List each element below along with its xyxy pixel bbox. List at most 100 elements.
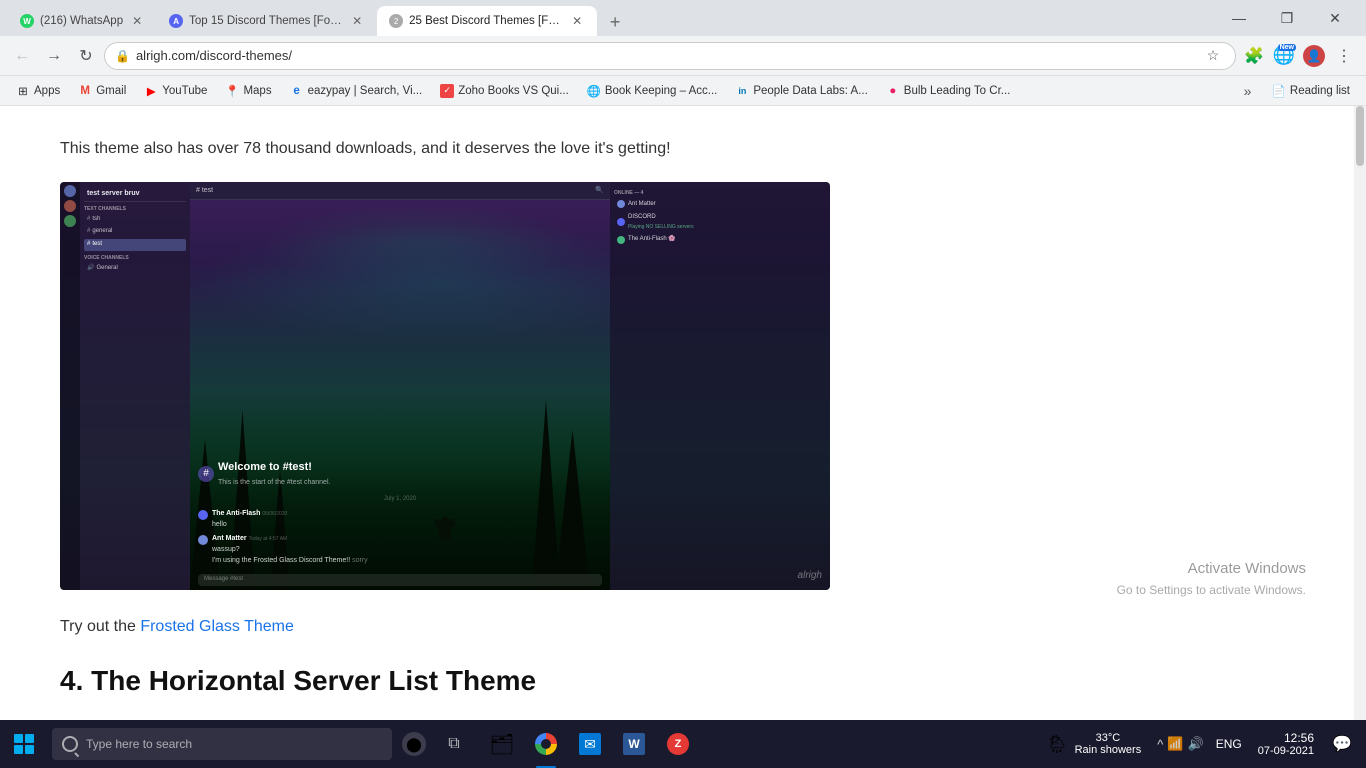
zoho-favicon: ✓ [440, 84, 454, 98]
clock-area[interactable]: 12:56 07-09-2021 [1250, 720, 1322, 768]
search-icon [62, 736, 78, 752]
back-button[interactable]: ← [8, 42, 36, 70]
word-icon: W [623, 733, 645, 755]
minimize-button[interactable]: — [1216, 2, 1262, 34]
frosted-glass-link[interactable]: Frosted Glass Theme [140, 618, 294, 635]
text-channels-label: TEXT CHANNELS [84, 205, 186, 213]
weather-area[interactable]: 🌦 33°C Rain showers [1038, 720, 1150, 768]
close-button[interactable]: ✕ [1312, 2, 1358, 34]
tab-25best[interactable]: 2 25 Best Discord Themes [For Bet ✕ [377, 6, 597, 36]
tray-volume-icon[interactable]: 🔊 [1188, 736, 1204, 752]
bookmark-bookkeeping[interactable]: 🌐 Book Keeping – Acc... [579, 81, 726, 101]
new-tab-button[interactable]: + [601, 8, 629, 36]
tray-network-icon[interactable]: 📶 [1167, 736, 1183, 752]
taskbar: Type here to search ⬤ ⧉ 🗂 ✉ [0, 720, 1366, 768]
discord-messages: # Welcome to #test! This is the start of… [190, 200, 610, 590]
bookmark-zoho[interactable]: ✓ Zoho Books VS Qui... [432, 81, 577, 101]
bookmark-eazypay[interactable]: e eazypay | Search, Vi... [282, 81, 431, 101]
reload-button[interactable]: ↻ [72, 42, 100, 70]
tab-close-25best[interactable]: ✕ [569, 13, 585, 29]
article-text: This theme also has over 78 thousand dow… [60, 136, 920, 162]
taskbar-mail[interactable]: ✉ [568, 720, 612, 768]
tab-favicon-top15: A [169, 14, 183, 28]
eazypay-favicon: e [290, 84, 304, 98]
menu-button[interactable]: ⋮ [1330, 42, 1358, 70]
alrigh-watermark: alrigh [798, 568, 822, 584]
channel-name-tsh: tsh [92, 215, 100, 225]
username-antimatter: Ant Matter [628, 200, 656, 210]
server-icon-3 [64, 215, 76, 227]
address-bar[interactable]: 🔒 alrigh.com/discord-themes/ ☆ [104, 42, 1236, 70]
taskbar-extra-app[interactable]: Z [656, 720, 700, 768]
new-badge: New [1278, 44, 1296, 51]
taskbar-right: 🌦 33°C Rain showers ^ 📶 🔊 ENG 12:56 07-0… [1038, 720, 1366, 768]
taskbar-word[interactable]: W [612, 720, 656, 768]
welcome-sub: This is the start of the #test channel. [218, 477, 330, 488]
msg-text-1: wassup? [212, 544, 368, 555]
bookmark-bulb-label: Bulb Leading To Cr... [904, 85, 1011, 97]
channel-test: # test [84, 239, 186, 251]
discord-server-bar [60, 182, 80, 590]
new-badge-button[interactable]: 🌐 New [1270, 42, 1298, 70]
bookmark-maps-label: Maps [243, 85, 271, 97]
start-button[interactable] [0, 720, 48, 768]
star-icon[interactable]: ☆ [1201, 44, 1225, 68]
tab-favicon-25best: 2 [389, 14, 403, 28]
tab-top15[interactable]: A Top 15 Discord Themes [For Bett ✕ [157, 6, 377, 36]
language-indicator[interactable]: ENG [1212, 720, 1246, 768]
bookmark-bookkeeping-label: Book Keeping – Acc... [605, 85, 718, 97]
address-actions: ☆ [1201, 44, 1225, 68]
bookmark-maps[interactable]: 📍 Maps [217, 81, 279, 101]
notification-button[interactable]: 💬 [1326, 720, 1358, 768]
apps-favicon: ⊞ [16, 84, 30, 98]
cortana-button[interactable]: ⬤ [396, 726, 432, 762]
reading-list-button[interactable]: 📄 Reading list [1264, 81, 1358, 101]
bookmark-gmail-label: Gmail [96, 85, 126, 97]
tab-whatsapp[interactable]: W (216) WhatsApp ✕ [8, 6, 157, 36]
bookmark-peopledata[interactable]: in People Data Labs: A... [727, 81, 875, 101]
tab-close-top15[interactable]: ✕ [349, 13, 365, 29]
scrollbar-track[interactable] [1354, 106, 1366, 720]
bookmark-youtube[interactable]: ▶ YouTube [136, 81, 215, 101]
bookmark-apps[interactable]: ⊞ Apps [8, 81, 68, 101]
taskbar-apps: 🗂 ✉ W Z [480, 720, 700, 768]
profile-button[interactable]: 👤 [1300, 42, 1328, 70]
bookmarks-chevron[interactable]: » [1238, 81, 1258, 101]
start-sq-3 [14, 745, 23, 754]
bookmarks-bar: ⊞ Apps M Gmail ▶ YouTube 📍 Maps e eazypa… [0, 76, 1366, 106]
welcome-content: Welcome to #test! This is the start of t… [218, 459, 330, 488]
scrollbar-thumb[interactable] [1356, 106, 1364, 166]
bookmark-gmail[interactable]: M Gmail [70, 81, 134, 101]
user-antimatter: Ant Matter [614, 198, 826, 212]
file-explorer-icon: 🗂 [489, 732, 514, 757]
header-search: 🔍 [595, 185, 604, 196]
forward-button[interactable]: → [40, 42, 68, 70]
taskbar-file-explorer[interactable]: 🗂 [480, 720, 524, 768]
language-text: ENG [1216, 737, 1242, 751]
msg-timestamp-1: 05/06/2020 [262, 511, 287, 517]
tab-close-whatsapp[interactable]: ✕ [129, 13, 145, 29]
weather-icon: 🌦 [1046, 734, 1069, 755]
discord-welcome: # Welcome to #test! This is the start of… [198, 459, 602, 488]
user-antiflash: The Anti-Flash 🌸 [614, 233, 826, 247]
online-label: ONLINE — 4 [614, 189, 826, 197]
reading-list-icon: 📄 [1272, 84, 1286, 98]
msg-timestamp-2: Today at 4:57 AM [249, 536, 288, 542]
notification-icon: 💬 [1332, 734, 1352, 754]
msg-content-antiflash: The Anti-Flash 05/06/2020 hello [212, 508, 287, 530]
server-icon-2 [64, 200, 76, 212]
message-input[interactable]: Message #test [198, 574, 602, 586]
taskbar-chrome[interactable] [524, 720, 568, 768]
discord-chat-header: # test 🔍 [190, 182, 610, 200]
start-sq-1 [14, 734, 23, 743]
gmail-favicon: M [78, 84, 92, 98]
task-view-button[interactable]: ⧉ [432, 720, 476, 768]
extensions-button[interactable]: 🧩 [1240, 42, 1268, 70]
tab-favicon-whatsapp: W [20, 14, 34, 28]
bookmark-bulb[interactable]: ● Bulb Leading To Cr... [878, 81, 1019, 101]
date-divider: July 1, 2020 [198, 495, 602, 505]
taskbar-search[interactable]: Type here to search [52, 728, 392, 760]
tray-expand-icon[interactable]: ^ [1157, 737, 1163, 752]
maximize-button[interactable]: ❐ [1264, 2, 1310, 34]
tab-title-whatsapp: (216) WhatsApp [40, 15, 123, 27]
